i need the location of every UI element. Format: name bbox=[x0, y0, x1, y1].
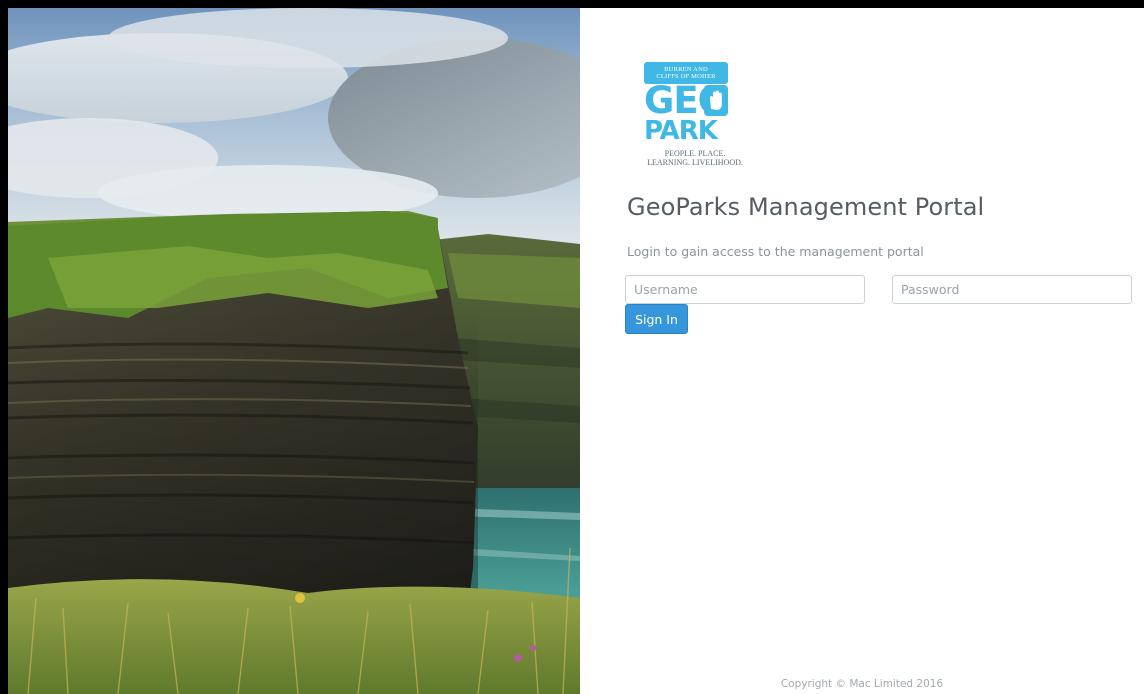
app-frame: BURREN AND CLIFFS OF MOHER GEO PARK PEOP… bbox=[8, 8, 1144, 694]
hand-icon bbox=[704, 85, 728, 116]
username-input[interactable] bbox=[625, 275, 865, 304]
geopark-logo: BURREN AND CLIFFS OF MOHER GEO PARK PEOP… bbox=[633, 62, 753, 172]
login-subtitle: Login to gain access to the management p… bbox=[627, 244, 924, 259]
logo-banner-line1: BURREN AND bbox=[664, 66, 708, 73]
copyright-text: Copyright © Mac Limited 2016 bbox=[780, 678, 944, 690]
page-title: GeoParks Management Portal bbox=[627, 193, 985, 221]
hero-image bbox=[8, 8, 580, 694]
login-panel: BURREN AND CLIFFS OF MOHER GEO PARK PEOP… bbox=[580, 8, 1144, 694]
logo-word-park: PARK bbox=[644, 116, 718, 146]
logo-tagline: PEOPLE. PLACE. LEARNING. LIVELIHOOD. bbox=[633, 149, 757, 167]
logo-tagline-line2: LEARNING. LIVELIHOOD. bbox=[647, 158, 743, 167]
logo-tagline-line1: PEOPLE. PLACE. bbox=[664, 149, 726, 158]
password-input[interactable] bbox=[892, 275, 1132, 304]
sign-in-button[interactable]: Sign In bbox=[625, 304, 688, 334]
